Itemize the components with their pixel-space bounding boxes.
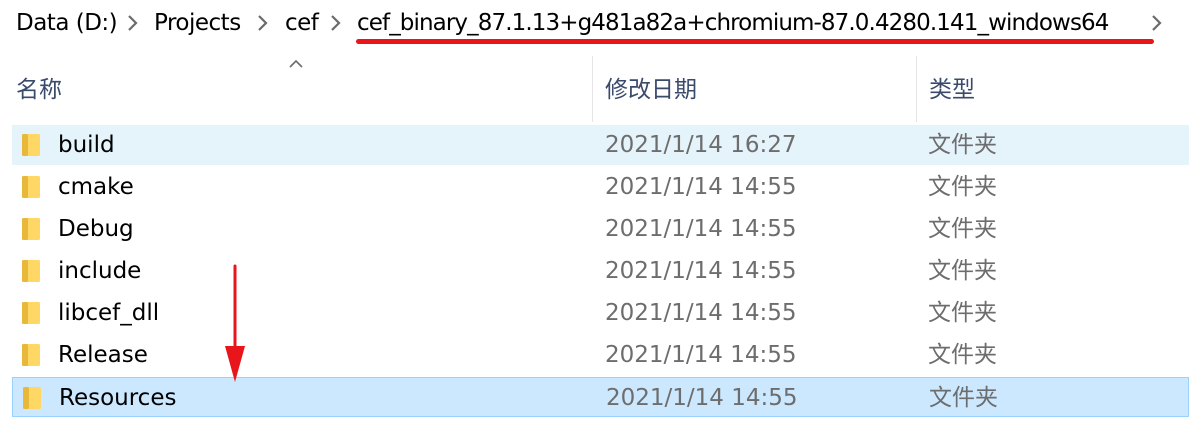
chevron-right-icon[interactable] [254,10,272,36]
file-type: 文件夹 [928,342,997,368]
folder-icon [22,218,40,240]
file-name: Resources [59,385,177,411]
folder-icon [22,176,40,198]
file-name: cmake [58,174,134,200]
column-header-name[interactable]: 名称 [16,75,62,105]
column-header: 名称 修改日期 类型 [0,56,1189,122]
folder-icon [22,344,40,366]
file-type: 文件夹 [928,132,997,158]
breadcrumb-item-current-folder[interactable]: cef_binary_87.1.13+g481a82a+chromium-87.… [357,8,1109,38]
annotation-underline [356,39,1154,44]
file-date: 2021/1/14 14:55 [605,258,797,284]
file-name: build [58,132,115,158]
table-row[interactable]: libcef_dll 2021/1/14 14:55 文件夹 [12,293,1189,333]
file-date: 2021/1/14 14:55 [605,216,797,242]
chevron-right-icon[interactable] [1148,10,1166,36]
file-type: 文件夹 [928,300,997,326]
breadcrumb-item-cef[interactable]: cef [285,8,319,38]
column-divider[interactable] [592,56,593,122]
chevron-right-icon[interactable] [327,10,345,36]
file-name: include [58,258,142,284]
table-row[interactable]: Resources 2021/1/14 14:55 文件夹 [12,377,1189,417]
file-date: 2021/1/14 14:55 [606,385,798,411]
breadcrumb-item-projects[interactable]: Projects [154,8,241,38]
table-row[interactable]: cmake 2021/1/14 14:55 文件夹 [12,167,1189,207]
file-name: Debug [58,216,134,242]
file-type: 文件夹 [928,174,997,200]
column-header-date[interactable]: 修改日期 [605,75,697,105]
breadcrumb: Data (D:) Projects cef cef_binary_87.1.1… [0,0,1189,50]
table-row[interactable]: Debug 2021/1/14 14:55 文件夹 [12,209,1189,249]
folder-icon [22,134,40,156]
file-name: Release [58,342,148,368]
column-header-type[interactable]: 类型 [929,75,975,105]
chevron-right-icon[interactable] [124,10,142,36]
file-type: 文件夹 [929,385,998,411]
file-date: 2021/1/14 16:27 [605,132,797,158]
breadcrumb-item-drive[interactable]: Data (D:) [16,8,118,38]
file-type: 文件夹 [928,216,997,242]
folder-icon [22,260,40,282]
arrow-down-icon [220,264,250,384]
table-row[interactable]: include 2021/1/14 14:55 文件夹 [12,251,1189,291]
table-row[interactable]: build 2021/1/14 16:27 文件夹 [12,125,1189,165]
folder-icon [23,387,41,409]
file-date: 2021/1/14 14:55 [605,342,797,368]
chevron-up-icon [286,56,306,70]
file-name: libcef_dll [58,300,160,326]
file-type: 文件夹 [928,258,997,284]
file-date: 2021/1/14 14:55 [605,174,797,200]
folder-icon [22,302,40,324]
file-date: 2021/1/14 14:55 [605,300,797,326]
table-row[interactable]: Release 2021/1/14 14:55 文件夹 [12,335,1189,375]
column-divider[interactable] [916,56,917,122]
